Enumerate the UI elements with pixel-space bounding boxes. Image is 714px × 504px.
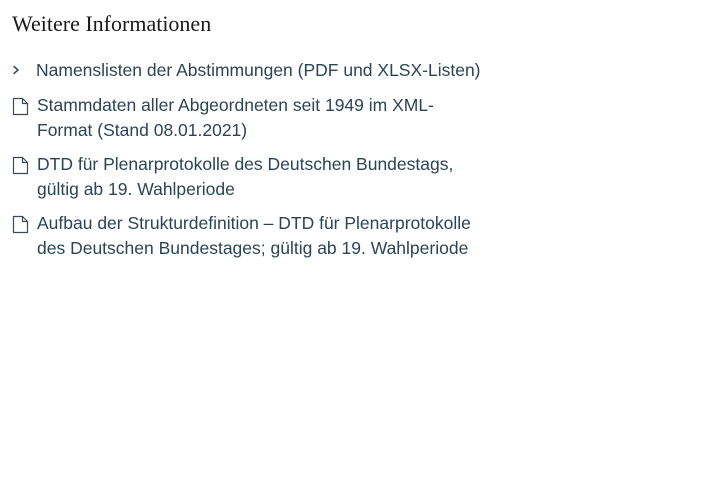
link-stammdaten-abgeordnete[interactable]: Stammdaten aller Abgeordneten seit 1949 … bbox=[0, 93, 487, 144]
chevron-right-icon bbox=[13, 65, 19, 75]
document-icon bbox=[12, 215, 29, 233]
document-icon bbox=[12, 156, 29, 174]
section-title: Weitere Informationen bbox=[12, 11, 212, 36]
link-label: Stammdaten aller Abgeordneten seit 1949 … bbox=[37, 94, 434, 141]
link-namenslisten-abstimmungen[interactable]: Namenslisten der Abstimmungen (PDF und X… bbox=[0, 58, 486, 84]
document-icon bbox=[12, 97, 29, 115]
link-label: DTD für Plenarprotokolle des Deutschen B… bbox=[37, 153, 454, 200]
link-aufbau-strukturdefinition[interactable]: Aufbau der Strukturdefinition – DTD für … bbox=[0, 211, 487, 262]
link-dtd-plenarprotokolle[interactable]: DTD für Plenarprotokolle des Deutschen B… bbox=[0, 152, 487, 203]
info-link-list: Namenslisten der Abstimmungen (PDF und X… bbox=[0, 58, 714, 270]
link-label: Aufbau der Strukturdefinition – DTD für … bbox=[37, 212, 471, 259]
link-label: Namenslisten der Abstimmungen (PDF und X… bbox=[36, 60, 481, 80]
